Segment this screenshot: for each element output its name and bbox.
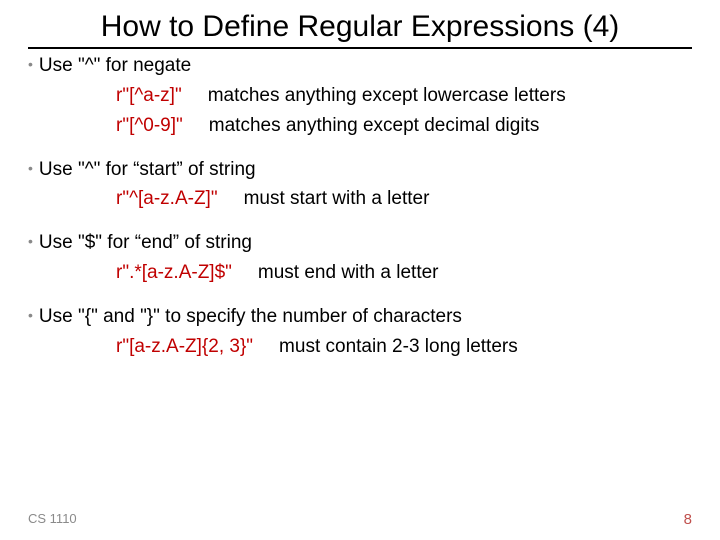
slide-body: • Use "^" for negate r"[^a-z]" matches an… [28, 55, 692, 358]
example-desc: matches anything except lowercase letter… [208, 85, 566, 107]
example-row: r"[a-z.A-Z]{2, 3}" must contain 2-3 long… [28, 336, 692, 358]
example-desc: matches anything except decimal digits [209, 115, 540, 137]
bullet-dot-icon: • [28, 56, 33, 72]
bullet-dot-icon: • [28, 307, 33, 323]
code-snippet: r"[^a-z]" [116, 85, 182, 107]
example-desc: must contain 2-3 long letters [279, 336, 518, 358]
footer-left: CS 1110 [28, 511, 77, 528]
example-desc: must end with a letter [258, 262, 439, 284]
bullet-dot-icon: • [28, 160, 33, 176]
bullet-text: Use "^" for negate [39, 55, 191, 76]
bullet-dot-icon: • [28, 233, 33, 249]
bullet-text: Use "^" for “start” of string [39, 159, 256, 180]
page-number: 8 [684, 511, 692, 528]
slide-footer: CS 1110 8 [0, 511, 720, 528]
example-row: r"^[a-z.A-Z]" must start with a letter [28, 188, 692, 210]
bullet-2: • Use "^" for “start” of string [28, 159, 692, 181]
title-underline [28, 47, 692, 49]
example-row: r".*[a-z.A-Z]$" must end with a letter [28, 262, 692, 284]
bullet-text: Use "{" and "}" to specify the number of… [39, 306, 462, 327]
code-snippet: r"[^0-9]" [116, 115, 183, 137]
bullet-1: • Use "^" for negate [28, 55, 692, 77]
bullet-text: Use "$" for “end” of string [39, 232, 252, 253]
code-snippet: r".*[a-z.A-Z]$" [116, 262, 232, 284]
code-snippet: r"^[a-z.A-Z]" [116, 188, 218, 210]
code-snippet: r"[a-z.A-Z]{2, 3}" [116, 336, 253, 358]
bullet-4: • Use "{" and "}" to specify the number o… [28, 306, 692, 328]
bullet-3: • Use "$" for “end” of string [28, 232, 692, 254]
example-row: r"[^a-z]" matches anything except lowerc… [28, 85, 692, 107]
example-desc: must start with a letter [244, 188, 430, 210]
example-row: r"[^0-9]" matches anything except decima… [28, 115, 692, 137]
slide-title: How to Define Regular Expressions (4) [28, 10, 692, 43]
slide: How to Define Regular Expressions (4) • U… [0, 0, 720, 540]
